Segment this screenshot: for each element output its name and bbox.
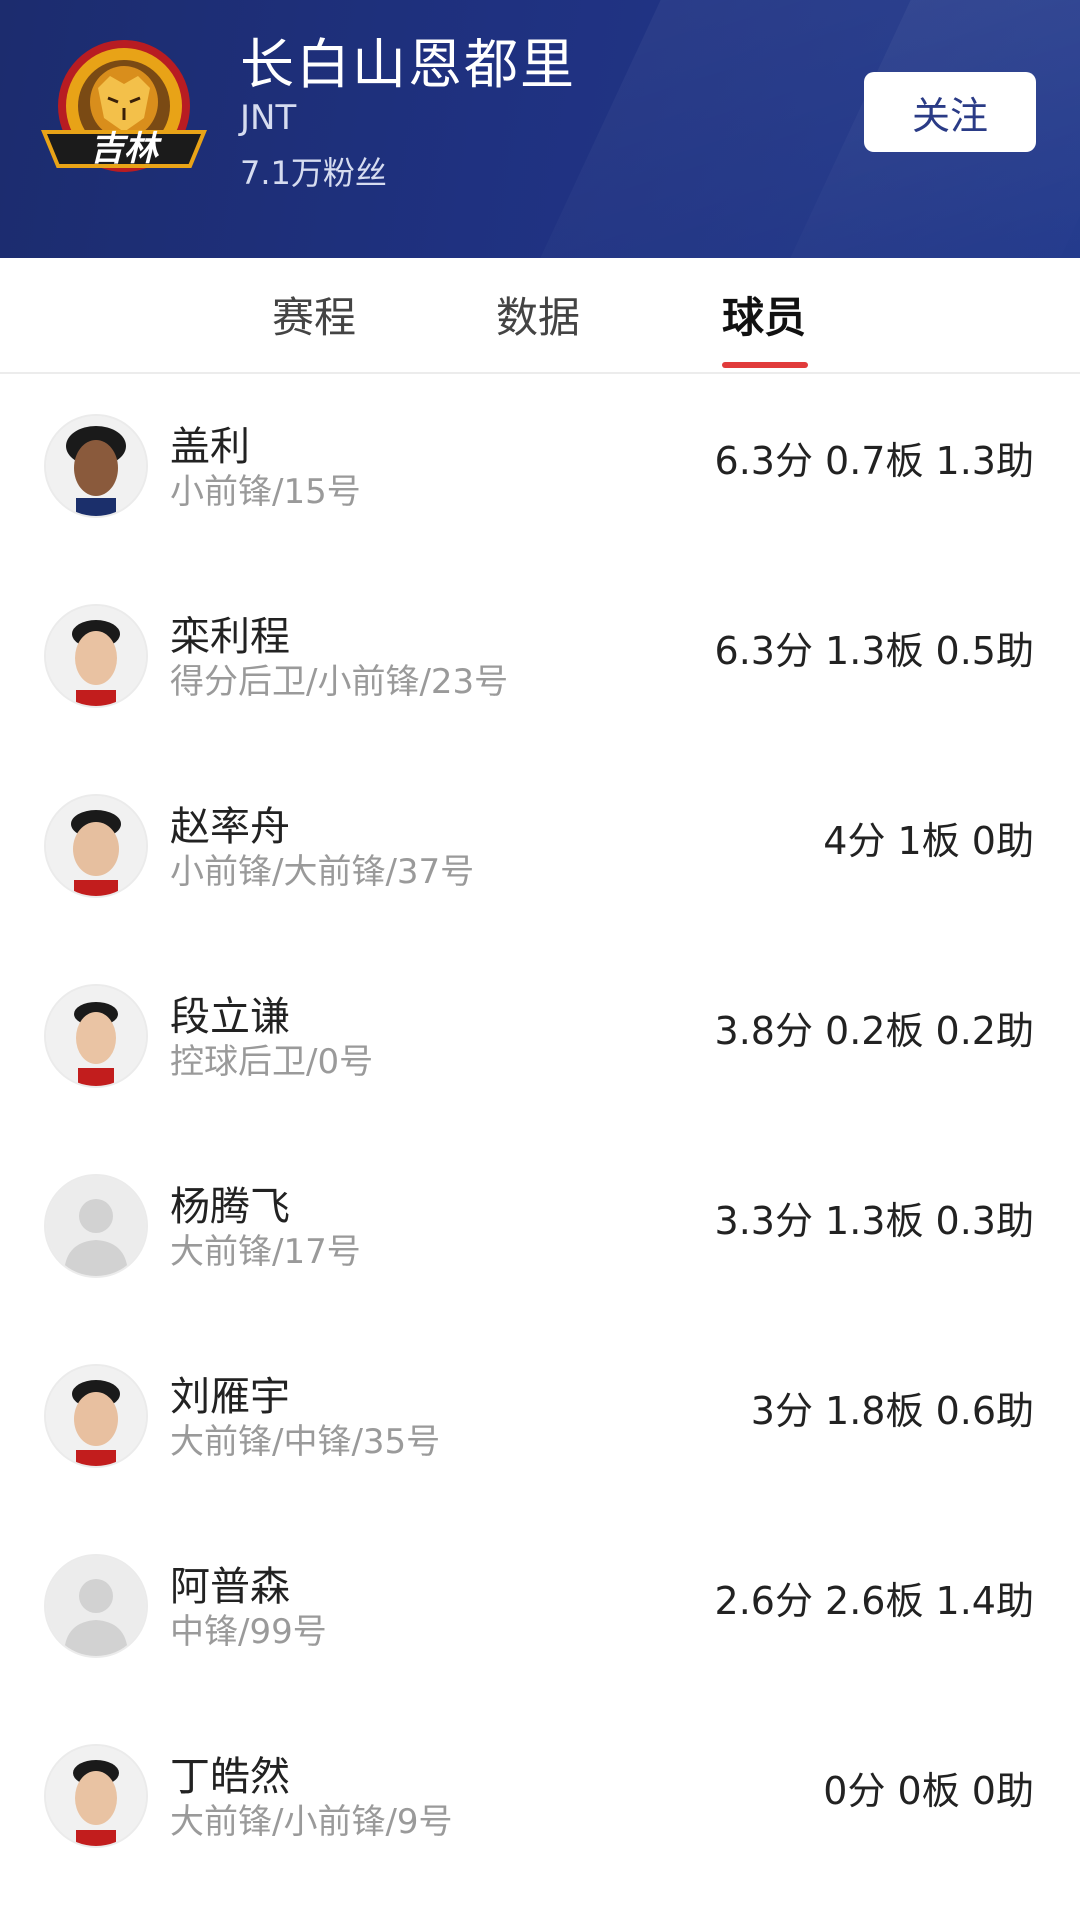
- tab-players[interactable]: 球员: [722, 284, 806, 345]
- tab-stats[interactable]: 数据: [496, 284, 580, 345]
- player-stats: 2.6分 2.6板 1.4助: [714, 1579, 1034, 1623]
- player-position: 中锋/99号: [170, 1612, 327, 1652]
- player-position: 大前锋/17号: [170, 1232, 361, 1272]
- player-position: 大前锋/中锋/35号: [170, 1422, 441, 1462]
- fan-count: 7.1万粉丝: [240, 154, 387, 192]
- player-stats: 4分 1板 0助: [823, 819, 1034, 863]
- tab-bar: 赛程 数据 球员: [0, 258, 1080, 374]
- player-row[interactable]: 丁皓然 大前锋/小前锋/9号 0分 0板 0助: [0, 1722, 1080, 1912]
- player-row[interactable]: 阿普森 中锋/99号 2.6分 2.6板 1.4助: [0, 1532, 1080, 1722]
- team-abbreviation: JNT: [240, 98, 297, 138]
- player-avatar: [44, 984, 148, 1088]
- player-avatar: [44, 414, 148, 518]
- player-position: 小前锋/15号: [170, 472, 361, 512]
- team-header: 吉林 长白山恩都里 JNT 7.1万粉丝 关注: [0, 0, 1080, 258]
- player-position: 大前锋/小前锋/9号: [170, 1802, 453, 1842]
- player-stats: 6.3分 1.3板 0.5助: [714, 629, 1034, 673]
- player-stats: 3分 1.8板 0.6助: [750, 1389, 1034, 1433]
- player-row[interactable]: 赵率舟 小前锋/大前锋/37号 4分 1板 0助: [0, 772, 1080, 962]
- player-position: 小前锋/大前锋/37号: [170, 852, 475, 892]
- player-avatar: [44, 1364, 148, 1468]
- person-icon: [46, 1556, 146, 1656]
- player-position: 控球后卫/0号: [170, 1042, 374, 1082]
- logo-lettering: 吉林: [90, 129, 162, 169]
- player-row[interactable]: 段立谦 控球后卫/0号 3.8分 0.2板 0.2助: [0, 962, 1080, 1152]
- person-icon: [46, 1176, 146, 1276]
- player-avatar-placeholder: [44, 1174, 148, 1278]
- player-row[interactable]: 刘雁宇 大前锋/中锋/35号 3分 1.8板 0.6助: [0, 1342, 1080, 1532]
- player-stats: 3.8分 0.2板 0.2助: [714, 1009, 1034, 1053]
- player-row[interactable]: 杨腾飞 大前锋/17号 3.3分 1.3板 0.3助: [0, 1152, 1080, 1342]
- follow-button[interactable]: 关注: [864, 72, 1036, 152]
- active-tab-indicator: [722, 362, 808, 368]
- player-avatar: [44, 794, 148, 898]
- player-avatar: [44, 604, 148, 708]
- player-avatar: [44, 1744, 148, 1848]
- team-name: 长白山恩都里: [240, 33, 576, 96]
- player-avatar-placeholder: [44, 1554, 148, 1658]
- tab-schedule[interactable]: 赛程: [272, 284, 356, 345]
- player-position: 得分后卫/小前锋/23号: [170, 662, 509, 702]
- player-row[interactable]: 栾利程 得分后卫/小前锋/23号 6.3分 1.3板 0.5助: [0, 582, 1080, 772]
- player-stats: 3.3分 1.3板 0.3助: [714, 1199, 1034, 1243]
- player-row[interactable]: 盖利 小前锋/15号 6.3分 0.7板 1.3助: [0, 392, 1080, 582]
- player-stats: 0分 0板 0助: [823, 1769, 1034, 1813]
- team-logo: 吉林: [41, 40, 207, 172]
- player-stats: 6.3分 0.7板 1.3助: [714, 439, 1034, 483]
